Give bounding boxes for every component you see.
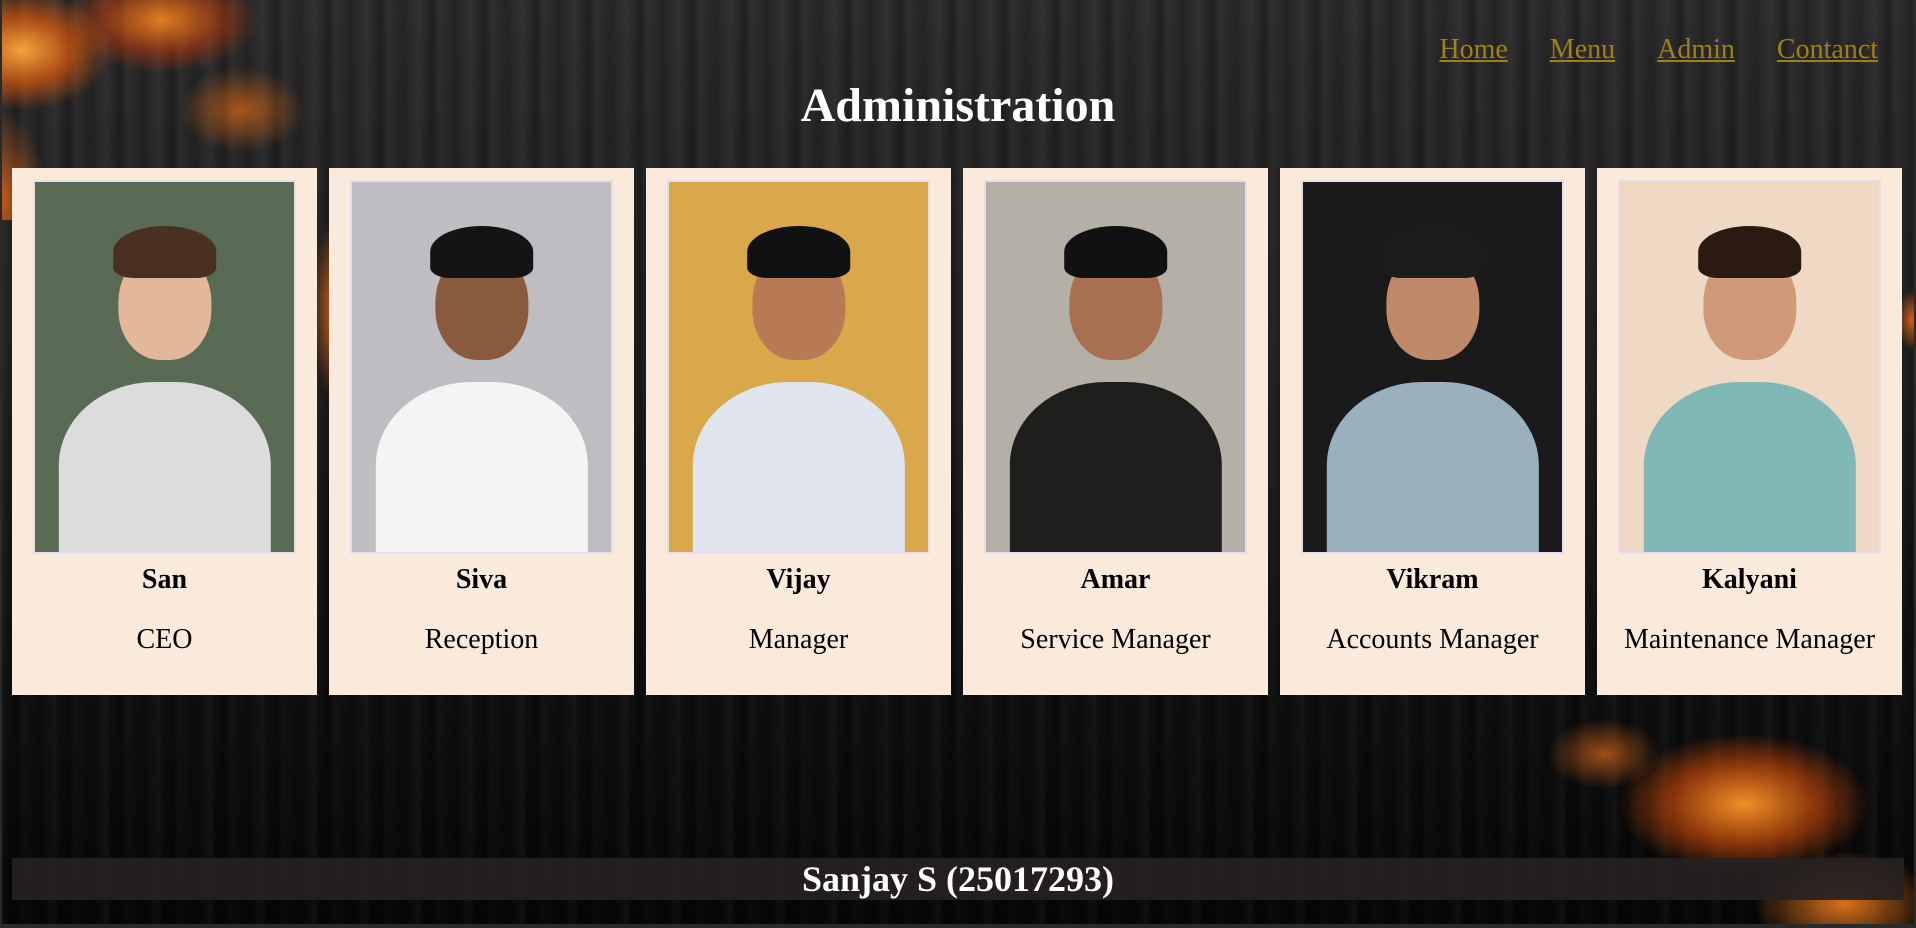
photo-hair-shape <box>429 226 534 279</box>
staff-name: Vijay <box>766 564 831 595</box>
photo-hair-shape <box>1063 226 1168 279</box>
photo-body-shape <box>1009 381 1222 552</box>
photo-body-shape <box>1643 381 1856 552</box>
staff-photo <box>667 180 930 554</box>
staff-role: Maintenance Manager <box>1623 624 1876 655</box>
top-navigation: Home Menu Admin Contanct <box>1439 34 1878 66</box>
photo-body-shape <box>375 381 588 552</box>
nav-link-home[interactable]: Home <box>1439 34 1507 66</box>
photo-hair-shape <box>746 226 851 279</box>
staff-role: Reception <box>424 624 539 655</box>
nav-link-contact[interactable]: Contanct <box>1777 34 1878 66</box>
staff-card: Vikram Accounts Manager <box>1280 168 1585 695</box>
staff-card: Amar Service Manager <box>963 168 1268 695</box>
staff-role: Service Manager <box>1020 624 1211 655</box>
staff-role: Manager <box>748 624 849 655</box>
staff-card: Siva Reception <box>329 168 634 695</box>
staff-name: Kalyani <box>1702 564 1797 595</box>
page-background: Home Menu Admin Contanct Administration … <box>2 0 1914 924</box>
photo-hair-shape <box>1697 226 1802 279</box>
staff-role: CEO <box>136 624 193 655</box>
staff-role: Accounts Manager <box>1326 624 1539 655</box>
photo-hair-shape <box>1380 226 1485 279</box>
photo-body-shape <box>1326 381 1539 552</box>
staff-cards: San CEO Siva Reception Vijay Manager Amar Servi… <box>12 168 1902 695</box>
staff-card: San CEO <box>12 168 317 695</box>
photo-body-shape <box>692 381 905 552</box>
staff-photo <box>350 180 613 554</box>
staff-photo <box>33 180 296 554</box>
page-title: Administration <box>800 79 1116 132</box>
staff-name: Siva <box>455 564 508 595</box>
staff-photo <box>1301 180 1564 554</box>
staff-photo <box>984 180 1247 554</box>
nav-link-admin[interactable]: Admin <box>1657 34 1735 66</box>
staff-card: Vijay Manager <box>646 168 951 695</box>
staff-name: San <box>141 564 188 595</box>
staff-photo <box>1618 180 1881 554</box>
footer-credit: Sanjay S (25017293) <box>12 858 1904 900</box>
photo-hair-shape <box>112 226 217 279</box>
staff-name: Amar <box>1080 564 1151 595</box>
staff-name: Vikram <box>1386 564 1479 595</box>
photo-body-shape <box>58 381 271 552</box>
staff-card: Kalyani Maintenance Manager <box>1597 168 1902 695</box>
nav-link-menu[interactable]: Menu <box>1550 34 1615 66</box>
